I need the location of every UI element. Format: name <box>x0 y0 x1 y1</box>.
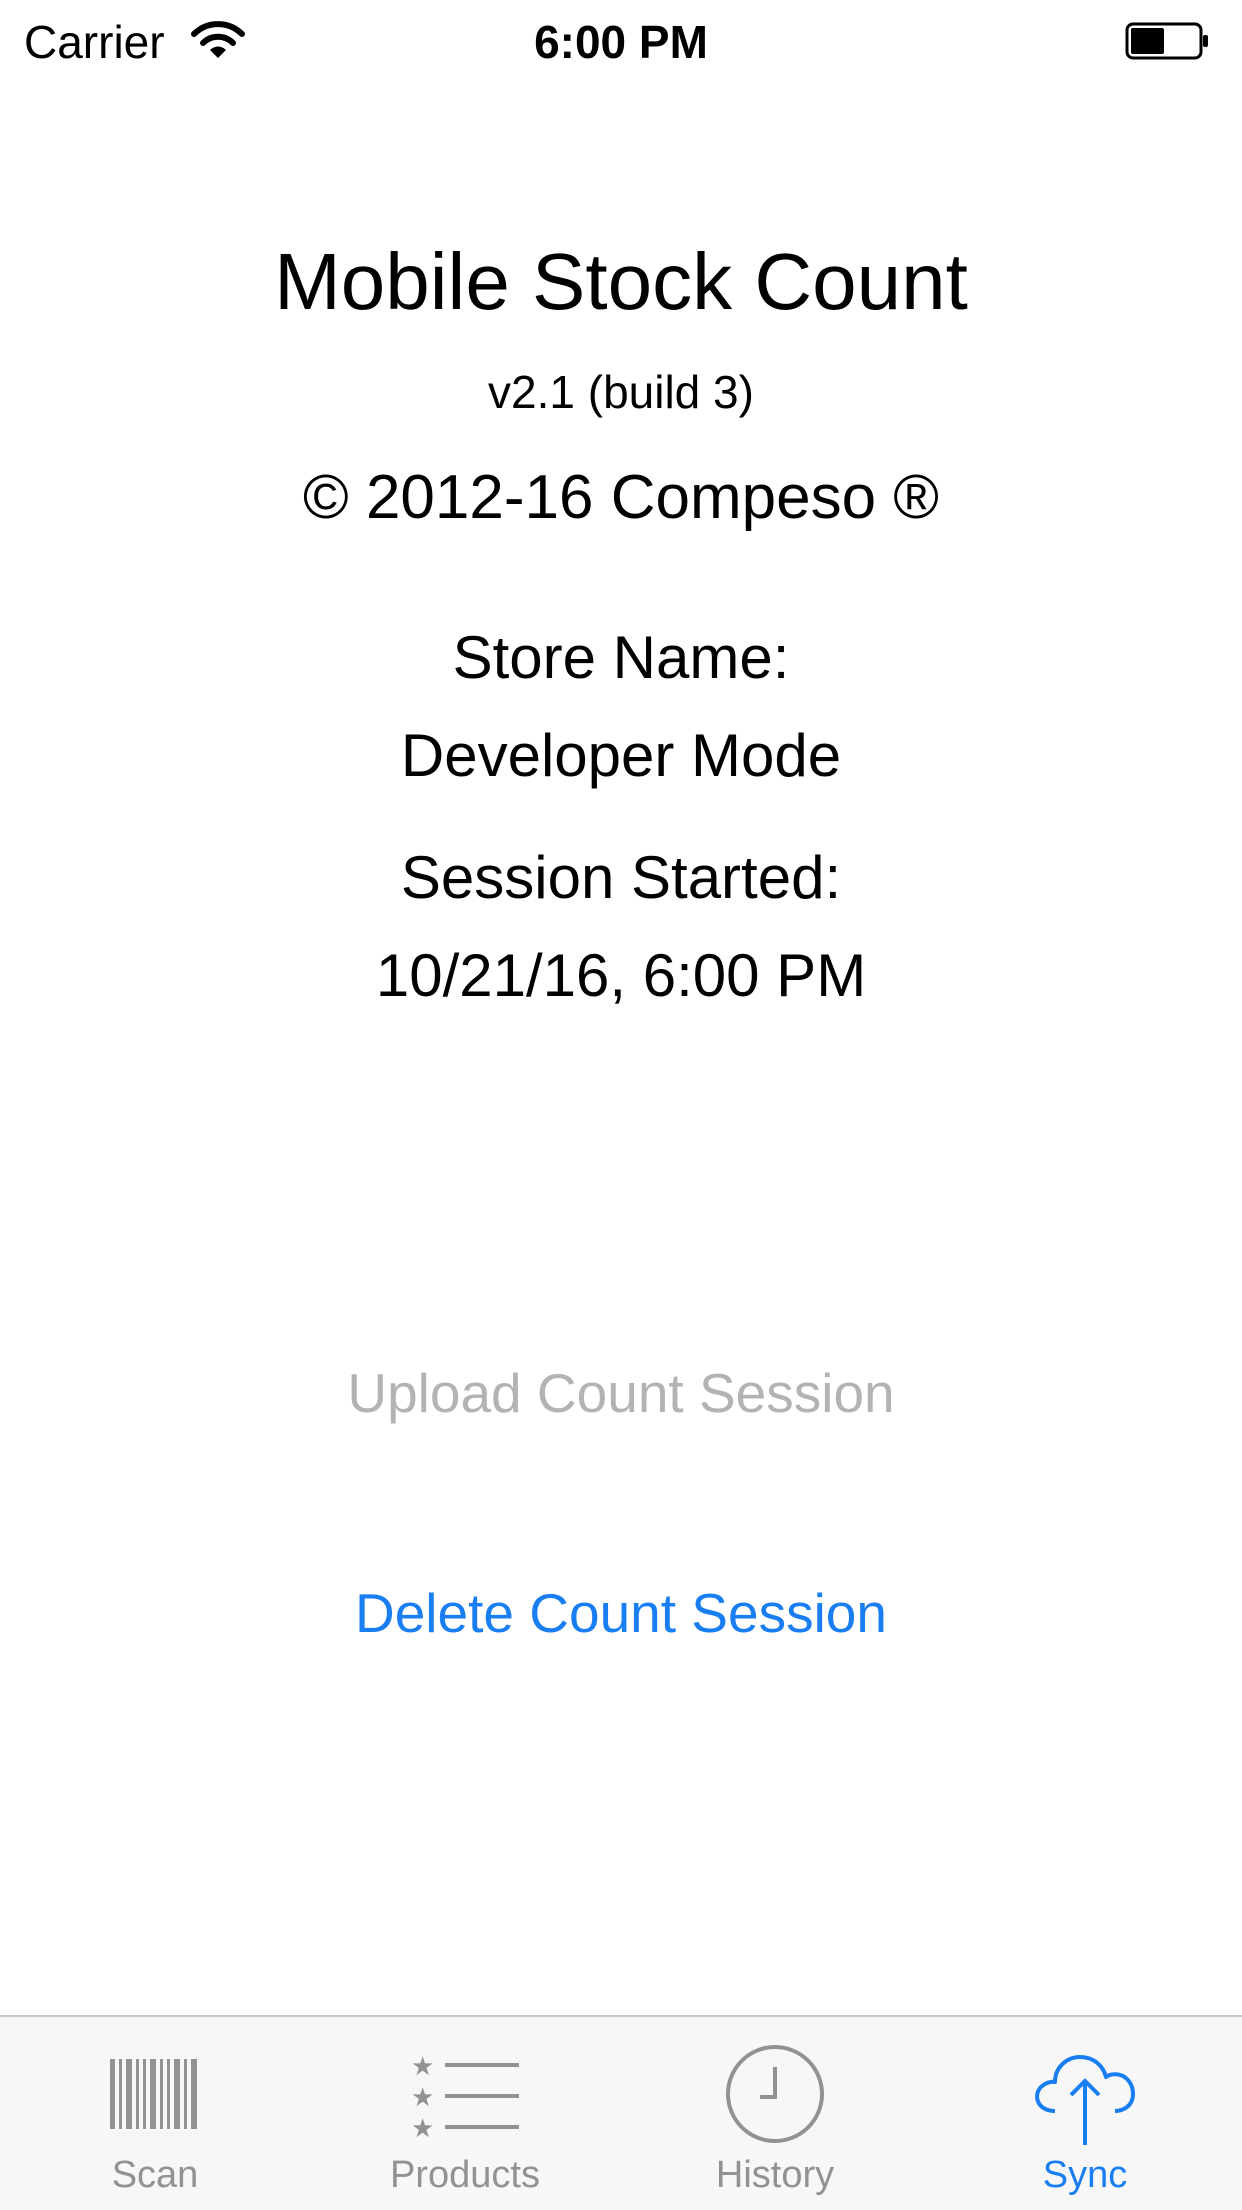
svg-text:★: ★ <box>411 2083 434 2113</box>
tab-label-sync: Sync <box>1042 2154 1128 2196</box>
tab-label-history: History <box>715 2154 835 2196</box>
tab-bar: Scan ★ ★ ★ Products History Sync <box>0 2015 1242 2210</box>
store-name-value: Developer Mode <box>400 722 842 789</box>
battery-icon <box>1125 22 1209 60</box>
svg-text:★: ★ <box>411 2114 434 2144</box>
copyright-text: © 2012-16 Compeso ® <box>303 463 939 532</box>
tab-products[interactable]: ★ ★ ★ Products <box>310 2017 620 2210</box>
status-bar: Carrier 6:00 PM <box>0 0 1242 84</box>
upload-count-session-button[interactable]: Upload Count Session <box>0 1358 1242 1428</box>
tab-label-products: Products <box>390 2154 540 2196</box>
delete-count-session-button[interactable]: Delete Count Session <box>0 1578 1242 1648</box>
tab-history[interactable]: History <box>620 2017 930 2210</box>
app-title: Mobile Stock Count <box>274 237 968 326</box>
clock-icon <box>620 2039 930 2149</box>
svg-text:★: ★ <box>411 2052 434 2082</box>
tab-label-scan: Scan <box>111 2154 199 2196</box>
app-version: v2.1 (build 3) <box>488 366 754 418</box>
session-started-label: Session Started: <box>400 844 842 911</box>
store-name-label: Store Name: <box>452 624 790 691</box>
session-started-value: 10/21/16, 6:00 PM <box>375 942 867 1009</box>
status-time: 6:00 PM <box>534 16 708 68</box>
star-list-icon: ★ ★ ★ <box>310 2039 620 2149</box>
tab-sync[interactable]: Sync <box>930 2017 1240 2210</box>
barcode-icon <box>0 2039 310 2149</box>
tab-scan[interactable]: Scan <box>0 2017 310 2210</box>
cloud-upload-icon <box>930 2039 1240 2149</box>
